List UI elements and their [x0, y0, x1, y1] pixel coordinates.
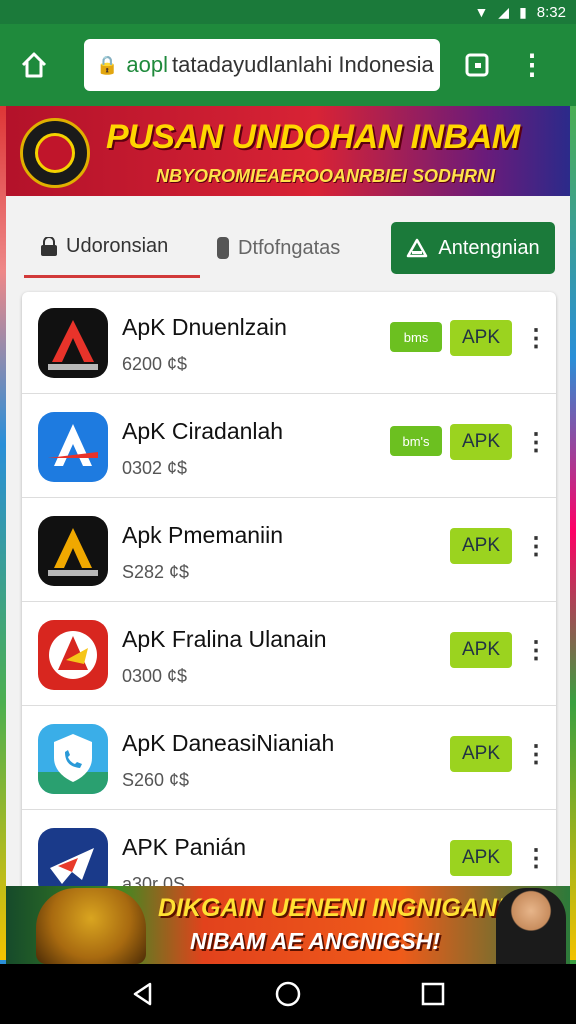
app-list: ApK Dnuenlzain 6200 ¢$ bms APK ⋮ ApK Cir…: [22, 292, 556, 892]
phone-icon: [216, 236, 230, 260]
more-options-icon[interactable]: ⋮: [524, 630, 548, 670]
tab-label: Dtfofngatas: [238, 236, 341, 259]
app-tag: bm's: [390, 426, 442, 456]
battery-icon: ▮: [519, 3, 527, 20]
page-edge-right: [570, 100, 576, 960]
app-name: APK Panián: [122, 834, 247, 860]
browser-menu-icon[interactable]: ⋮: [518, 51, 546, 79]
app-icon: [38, 724, 108, 794]
apk-button[interactable]: APK: [450, 424, 512, 460]
url-text: tatadayudlanlahi Indonesia: [172, 52, 434, 77]
tab-switcher-button[interactable]: [462, 50, 492, 80]
download-button-label: Antengnian: [438, 236, 540, 259]
lock-icon: 🔒: [96, 54, 119, 75]
status-bar: ▼ ◢ ▮ 8:32: [0, 0, 576, 24]
apk-button[interactable]: APK: [450, 736, 512, 772]
address-bar[interactable]: 🔒 aopl tatadayudlanlahi Indonesia: [84, 39, 440, 91]
tab-dtfofngatas[interactable]: Dtfofngatas: [216, 218, 386, 278]
download-button[interactable]: Antengnian: [391, 222, 555, 274]
app-name: ApK Dnuenlzain: [122, 314, 287, 340]
more-options-icon[interactable]: ⋮: [524, 526, 548, 566]
banner-subtitle: NBYOROMIEAEROOANRBIEI SODHRNI: [156, 166, 496, 186]
list-item[interactable]: ApK Ciradanlah 0302 ¢$ bm's APK ⋮: [22, 396, 556, 498]
app-icon: [38, 516, 108, 586]
app-size: 0302 ¢$: [122, 458, 188, 478]
app-size: 6200 ¢$: [122, 354, 188, 374]
apk-button[interactable]: APK: [450, 840, 512, 876]
app-name: ApK DaneasiNianiah: [122, 730, 335, 756]
more-options-icon[interactable]: ⋮: [524, 734, 548, 774]
app-name: ApK Fralina Ulanain: [122, 626, 327, 652]
mascot-image: [36, 888, 146, 964]
more-options-icon[interactable]: ⋮: [524, 422, 548, 462]
top-banner[interactable]: PUSAN UNDOHAN INBAM NBYOROMIEAEROOANRBIE…: [6, 106, 570, 196]
back-icon: [133, 982, 151, 1006]
app-tag: bms: [390, 322, 442, 352]
emblem-logo: [20, 118, 90, 188]
app-size: S282 ¢$: [122, 562, 190, 582]
status-time: 8:32: [536, 3, 566, 21]
banner-line-1: DIKGAIN UENENI INGNIGAN!: [158, 894, 506, 922]
main-content: Udoronsian Dtfofngatas Antengnian ApK Dn…: [6, 196, 570, 892]
bottom-banner[interactable]: DIKGAIN UENENI INGNIGAN! NIBAM AE ANGNIG…: [6, 886, 570, 964]
more-options-icon[interactable]: ⋮: [524, 838, 548, 878]
lock-icon: [40, 236, 58, 257]
circle-home-icon: [275, 981, 301, 1007]
url-scheme: aopl: [126, 52, 169, 77]
banner-title: PUSAN UNDOHAN INBAM: [106, 118, 520, 156]
app-name: Apk Pmemaniin: [122, 522, 284, 548]
app-name: ApK Ciradanlah: [122, 418, 284, 444]
back-button[interactable]: [123, 974, 163, 1014]
apk-button[interactable]: APK: [450, 632, 512, 668]
list-item[interactable]: APK Panián a30r 0S APK ⋮: [22, 812, 556, 892]
app-icon: [38, 828, 108, 892]
wifi-icon: ▼: [474, 4, 489, 20]
browser-toolbar: 🔒 aopl tatadayudlanlahi Indonesia ⋮: [0, 24, 576, 106]
list-item[interactable]: Apk Pmemaniin S282 ¢$ APK ⋮: [22, 500, 556, 602]
list-item[interactable]: ApK Fralina Ulanain 0300 ¢$ APK ⋮: [22, 604, 556, 706]
tab-bar: Udoronsian Dtfofngatas Antengnian: [20, 218, 556, 278]
banner-line-2: NIBAM AE ANGNIGSH!: [190, 928, 441, 954]
list-item[interactable]: ApK DaneasiNianiah S260 ¢$ APK ⋮: [22, 708, 556, 810]
system-nav-bar: [0, 964, 576, 1024]
home-icon: [21, 52, 47, 78]
app-icon: [38, 620, 108, 690]
tabs-icon: [465, 53, 489, 77]
square-recents-icon: [422, 982, 445, 1006]
tab-label: Udoronsian: [66, 235, 169, 257]
list-item[interactable]: ApK Dnuenlzain 6200 ¢$ bms APK ⋮: [22, 292, 556, 394]
app-size: 0300 ¢$: [122, 666, 188, 686]
recents-button[interactable]: [413, 974, 453, 1014]
home-button[interactable]: [14, 45, 54, 85]
app-size: S260 ¢$: [122, 770, 190, 790]
signal-icon: ◢: [498, 3, 510, 20]
home-nav-button[interactable]: [268, 974, 308, 1014]
tab-udoronsian[interactable]: Udoronsian: [24, 218, 200, 278]
triangle-icon: [407, 238, 428, 258]
app-icon: [38, 412, 108, 482]
app-icon: [38, 308, 108, 378]
apk-button[interactable]: APK: [450, 320, 512, 356]
apk-button[interactable]: APK: [450, 528, 512, 564]
person-image: [496, 888, 566, 964]
more-options-icon[interactable]: ⋮: [524, 318, 548, 358]
